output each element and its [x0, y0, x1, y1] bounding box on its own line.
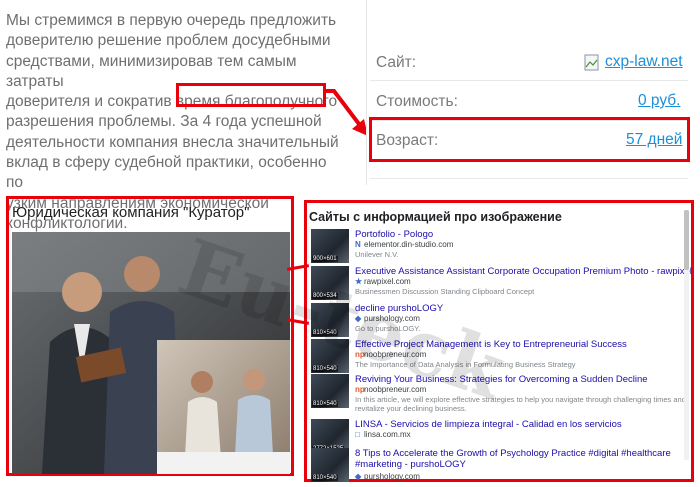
result-item[interactable]: 800×534 Executive Assistance Assistant C… [311, 266, 692, 302]
result-source: npnoobpreneur.com [355, 385, 427, 394]
site-link[interactable]: cxp-law.net [605, 53, 683, 71]
result-item[interactable]: 810×540 Effective Project Management is … [311, 339, 689, 375]
result-title-link[interactable]: Effective Project Management is Key to E… [355, 339, 627, 350]
result-item[interactable]: 810×540 decline purshoLOGY ◆ purshology.c… [311, 303, 689, 339]
result-item[interactable]: 810×540 Reviving Your Business: Strategi… [311, 374, 689, 416]
result-source: Nelementor.din-studio.com [355, 240, 454, 249]
results-title: Сайты с информацией про изображение [309, 210, 562, 224]
result-thumbnail[interactable]: 810×540 [311, 339, 349, 373]
result-item[interactable]: 810×540 8 Tips to Accelerate the Growth … [311, 448, 689, 484]
price-link[interactable]: 0 руб. [638, 92, 680, 110]
highlighted-phrase: За 4 года успешной [180, 113, 322, 131]
business-people-photo [12, 232, 290, 474]
paragraph-line: разрешения проблемы. За 4 года успешной [6, 113, 322, 131]
result-description: Unilever N.V. [355, 250, 399, 259]
result-title-link[interactable]: 8 Tips to Accelerate the Growth of Psych… [355, 448, 689, 470]
result-title-link[interactable]: Reviving Your Business: Strategies for O… [355, 374, 648, 385]
paragraph-line: Мы стремимся в первую очередь предложить [6, 12, 337, 29]
result-thumbnail[interactable]: 810×540 [311, 374, 349, 408]
result-source: ◆ purshology.com [355, 314, 420, 323]
result-description: In this article, we will explore effecti… [355, 395, 686, 413]
site-value[interactable]: cxp-law.net [605, 53, 683, 70]
result-description: Go to purshoLOGY. [355, 324, 421, 333]
company-title: Юридическая компания "Куратор" [12, 204, 250, 221]
price-value[interactable]: 0 руб. [638, 92, 680, 109]
result-source: npnoobpreneur.com [355, 350, 427, 359]
result-title-link[interactable]: decline purshoLOGY [355, 303, 443, 314]
result-thumbnail[interactable]: 810×540 [311, 303, 349, 337]
divider [370, 178, 688, 179]
result-source: ◆ purshology.com [355, 472, 420, 481]
result-source: ★ rawpixel.com [355, 277, 411, 286]
result-thumbnail[interactable]: 810×540 [311, 448, 349, 482]
results-scrollbar-thumb[interactable] [684, 210, 689, 270]
paragraph-line: деятельности компания внесла значительны… [6, 133, 339, 151]
highlight-frame [176, 83, 326, 107]
result-source: □ linsa.com.mx [355, 430, 411, 439]
favicon-icon: ◆ [355, 472, 362, 481]
favicon-icon: ◆ [355, 314, 362, 323]
result-description: The Importance of Data Analysis in Formu… [355, 360, 576, 369]
paragraph-line: вклад в сферу судебной практики, особенн… [6, 154, 327, 192]
favicon-icon: np [355, 385, 365, 394]
favicon-icon: N [355, 240, 361, 249]
site-label: Сайт: [376, 54, 417, 71]
favicon-icon: ★ [355, 277, 363, 286]
divider [370, 80, 688, 81]
result-title-link[interactable]: Portofolio - Pologo [355, 229, 433, 240]
paragraph-line: доверителю решение проблем досудебными [6, 32, 331, 50]
result-title-link[interactable]: Executive Assistance Assistant Corporate… [355, 266, 692, 277]
result-title-link[interactable]: LINSA - Servicios de limpieza integral -… [355, 419, 622, 430]
result-thumbnail[interactable]: 900×601 [311, 229, 349, 263]
favicon-icon: □ [355, 430, 360, 439]
age-highlight-frame [369, 117, 690, 162]
result-description: Businessmen Discussion Standing Clipboar… [355, 287, 535, 296]
price-label: Стоимость: [376, 93, 458, 110]
favicon-icon: np [355, 350, 365, 359]
result-item[interactable]: 900×601 Portofolio - Pologo Nelementor.d… [311, 229, 689, 265]
page-icon [584, 54, 599, 71]
result-thumbnail[interactable]: 800×534 [311, 266, 349, 300]
